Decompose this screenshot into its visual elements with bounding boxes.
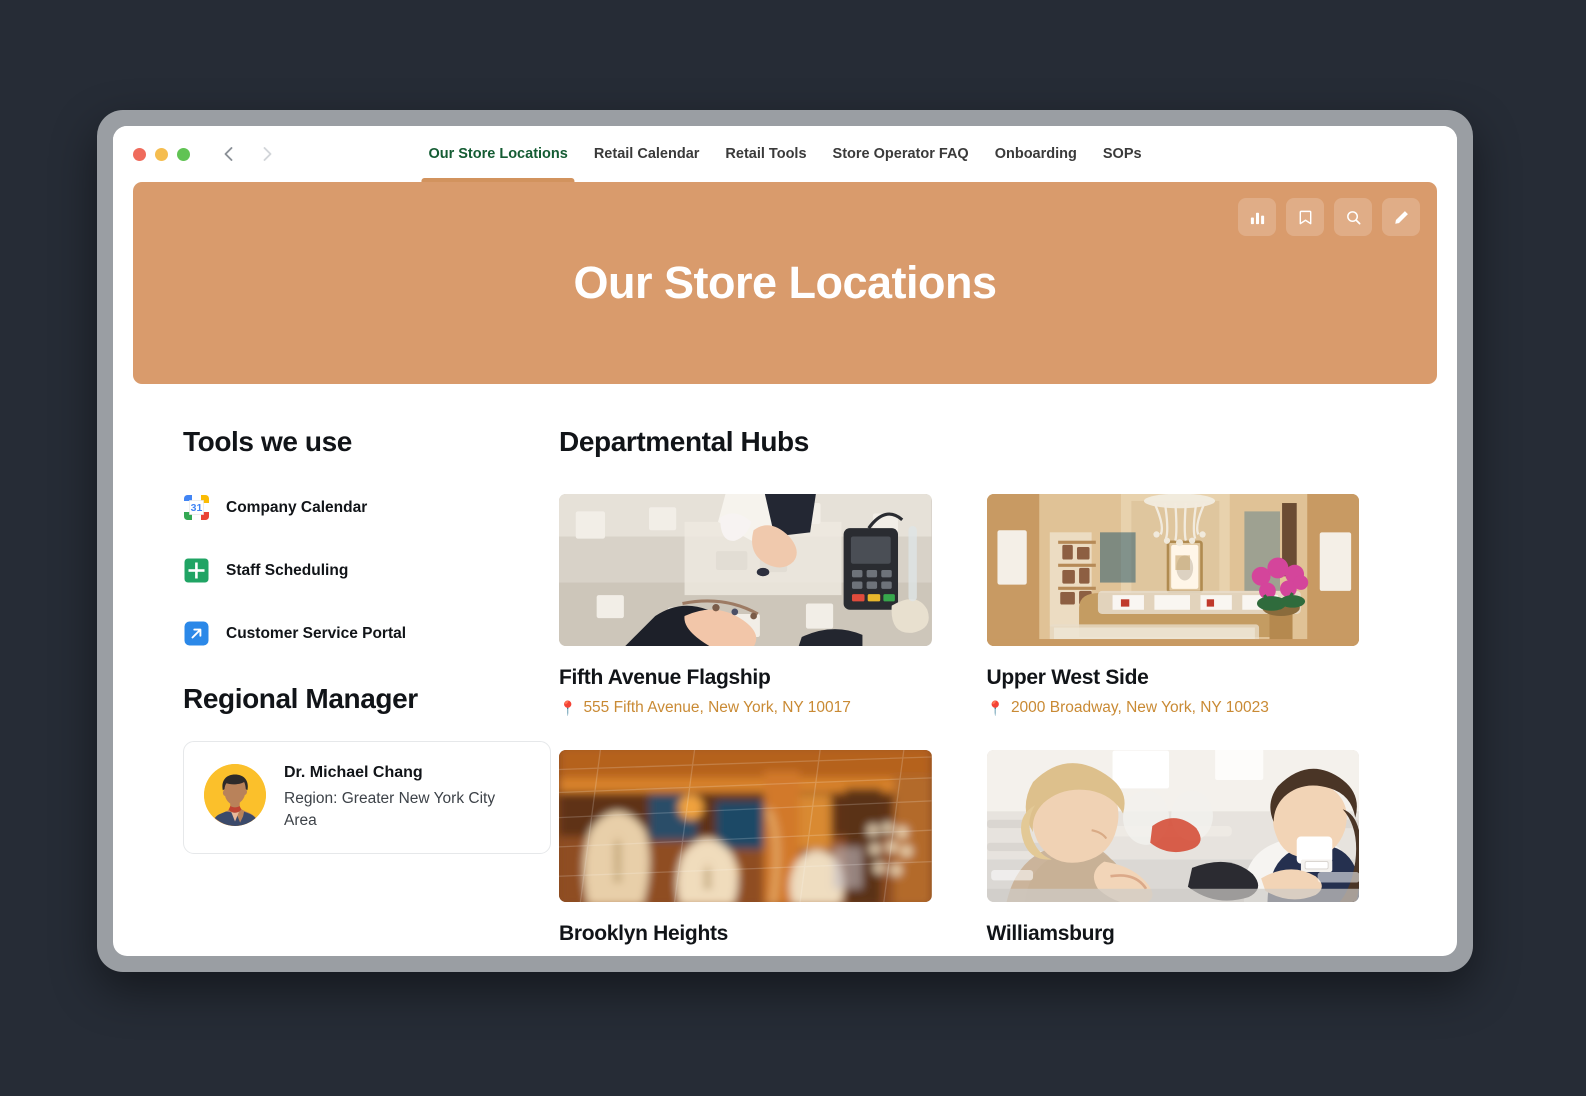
regional-manager-card[interactable]: Dr. Michael Chang Region: Greater New Yo… — [183, 741, 551, 855]
search-button[interactable] — [1334, 198, 1372, 236]
luxury-boutique-interior-photo — [986, 494, 1359, 646]
tab-store-operator-faq[interactable]: Store Operator FAQ — [820, 126, 982, 182]
manager-name: Dr. Michael Chang — [284, 764, 423, 781]
manager-section-title: Regional Manager — [183, 683, 418, 714]
browser-viewport: Our Store Locations Retail Calendar Reta… — [113, 126, 1457, 956]
jewelry-window-display-photo — [559, 750, 932, 902]
hub-address-text: 555 Fifth Avenue, New York, NY 10017 — [583, 699, 851, 716]
tab-retail-tools[interactable]: Retail Tools — [712, 126, 819, 182]
hub-card-brooklyn-heights[interactable]: Brooklyn Heights — [559, 750, 932, 946]
tab-label: Retail Tools — [725, 146, 807, 162]
tab-label: Onboarding — [994, 146, 1077, 162]
forward-chevron-icon[interactable] — [256, 143, 278, 165]
hub-address: 📍 555 Fifth Avenue, New York, NY 10017 — [559, 699, 932, 717]
minimize-window-button[interactable] — [155, 147, 168, 161]
map-pin-icon: 📍 — [986, 700, 1004, 716]
tab-retail-calendar[interactable]: Retail Calendar — [581, 126, 713, 182]
hero-action-buttons — [1238, 198, 1420, 236]
tool-label: Customer Service Portal — [226, 624, 407, 642]
hub-name: Brooklyn Heights — [559, 922, 729, 945]
maximize-window-button[interactable] — [177, 147, 190, 161]
top-navigation-tabs: Our Store Locations Retail Calendar Reta… — [415, 126, 1154, 182]
external-link-icon — [183, 620, 210, 647]
hub-card-fifth-avenue-flagship[interactable]: Fifth Avenue Flagship 📍 555 Fifth Avenue… — [559, 494, 932, 717]
tool-label: Staff Scheduling — [226, 561, 349, 579]
tools-section-title: Tools we use — [183, 426, 352, 457]
edit-button[interactable] — [1382, 198, 1420, 236]
tab-label: Retail Calendar — [593, 146, 700, 162]
title-bar: Our Store Locations Retail Calendar Reta… — [113, 126, 1457, 182]
analytics-button[interactable] — [1238, 198, 1276, 236]
hub-name: Upper West Side — [986, 666, 1149, 689]
google-calendar-icon: 31 — [183, 494, 210, 521]
hub-address-text: 2000 Broadway, New York, NY 10023 — [1010, 699, 1269, 716]
close-window-button[interactable] — [133, 147, 146, 161]
hub-grid: Fifth Avenue Flagship 📍 555 Fifth Avenue… — [559, 494, 1359, 946]
browser-window-frame: Our Store Locations Retail Calendar Reta… — [97, 110, 1473, 972]
tab-our-store-locations[interactable]: Our Store Locations — [415, 126, 580, 182]
tool-item-customer-service-portal[interactable]: Customer Service Portal — [183, 620, 505, 647]
tab-onboarding[interactable]: Onboarding — [982, 126, 1090, 182]
pencil-icon — [1393, 209, 1410, 226]
tab-label: SOPs — [1102, 146, 1142, 162]
navigation-arrows — [218, 143, 278, 165]
bar-chart-icon — [1249, 209, 1266, 226]
manager-region: Region: Greater New York City Area — [284, 790, 496, 829]
hubs-section-title: Departmental Hubs — [559, 426, 809, 457]
hero-banner: Our Store Locations — [133, 182, 1437, 384]
search-icon — [1345, 209, 1362, 226]
hub-address: 📍 2000 Broadway, New York, NY 10023 — [987, 699, 1360, 717]
tool-label: Company Calendar — [226, 498, 368, 516]
jewelry-counter-transaction-photo — [559, 494, 932, 646]
back-chevron-icon[interactable] — [218, 143, 240, 165]
tab-label: Store Operator FAQ — [832, 146, 969, 162]
bookmark-button[interactable] — [1286, 198, 1324, 236]
page-title: Our Store Locations — [573, 257, 997, 308]
main-column: Departmental Hubs Fifth Avenue Flagship … — [549, 426, 1437, 946]
tool-item-company-calendar[interactable]: 31 Company Calendar — [183, 494, 505, 521]
page-content: Tools we use 31 Company Calendar Staff S… — [113, 384, 1457, 946]
hub-card-upper-west-side[interactable]: Upper West Side 📍 2000 Broadway, New Yor… — [986, 494, 1360, 717]
google-sheets-icon — [183, 557, 210, 584]
manager-details: Dr. Michael Chang Region: Greater New Yo… — [284, 764, 514, 831]
map-pin-icon: 📍 — [559, 700, 577, 716]
svg-text:31: 31 — [191, 502, 203, 514]
hub-card-williamsburg[interactable]: Williamsburg — [986, 750, 1359, 946]
tool-item-staff-scheduling[interactable]: Staff Scheduling — [183, 557, 505, 584]
avatar — [204, 764, 266, 826]
hub-name: Williamsburg — [986, 922, 1115, 945]
bookmark-icon — [1297, 209, 1314, 226]
sidebar-column: Tools we use 31 Company Calendar Staff S… — [133, 426, 551, 946]
tab-sops[interactable]: SOPs — [1090, 126, 1155, 182]
tab-label: Our Store Locations — [428, 146, 568, 162]
customer-with-associate-photo — [986, 750, 1359, 902]
traffic-lights — [133, 147, 190, 161]
hub-name: Fifth Avenue Flagship — [559, 666, 771, 689]
